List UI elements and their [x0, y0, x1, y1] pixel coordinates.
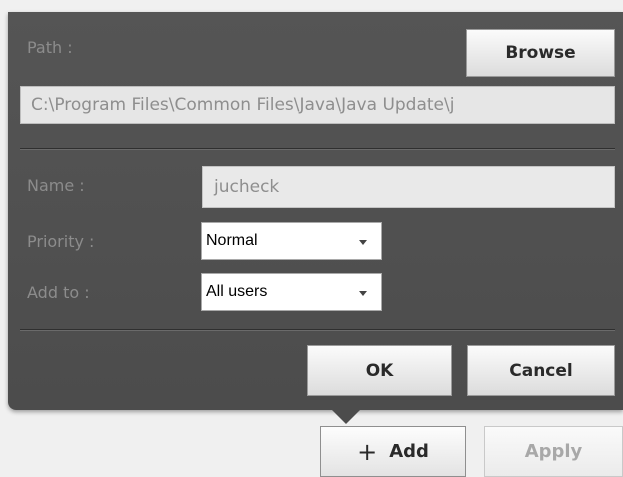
browse-button[interactable]: Browse — [466, 29, 615, 77]
priority-label: Priority : — [27, 232, 95, 251]
add-button-label: Add — [389, 441, 429, 462]
cancel-button[interactable]: Cancel — [467, 345, 615, 396]
path-field[interactable]: C:\Program Files\Common Files\Java\Java … — [20, 86, 615, 124]
ok-button[interactable]: OK — [307, 345, 452, 396]
chevron-down-icon — [359, 240, 367, 245]
path-label: Path : — [27, 38, 73, 57]
path-divider — [20, 148, 615, 150]
add-to-select[interactable]: All users — [201, 273, 382, 311]
name-label: Name : — [27, 176, 85, 195]
priority-select[interactable]: Normal — [201, 222, 382, 260]
add-button[interactable]: + Add — [320, 426, 466, 477]
name-field[interactable]: jucheck — [202, 166, 615, 208]
plus-icon: + — [357, 437, 378, 466]
apply-button[interactable]: Apply — [484, 426, 623, 477]
priority-select-value: Normal — [206, 232, 258, 249]
chevron-down-icon — [359, 291, 367, 296]
add-to-select-value: All users — [206, 283, 268, 300]
background-window-edge — [0, 0, 623, 12]
options-divider — [20, 329, 615, 331]
add-to-label: Add to : — [27, 283, 90, 302]
popup-pointer — [332, 410, 360, 424]
